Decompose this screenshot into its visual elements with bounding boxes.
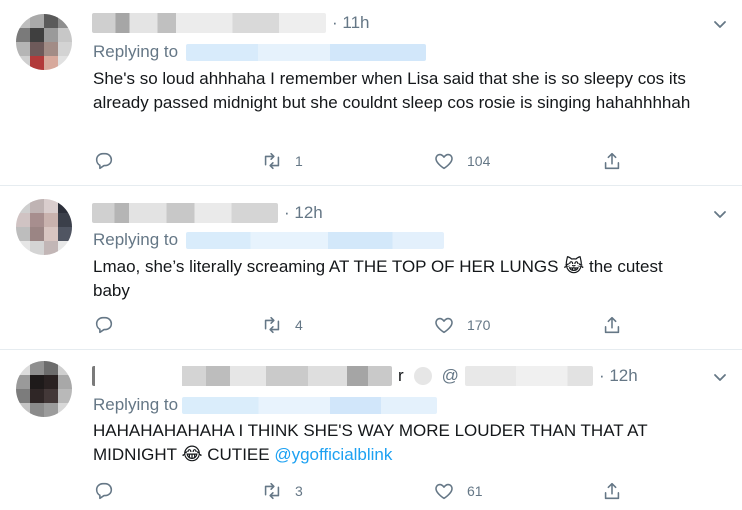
reply-handle-redacted[interactable] — [186, 231, 445, 249]
retweet-icon — [261, 480, 283, 502]
tweet-text: HAHAHAHAHAHA I THINK SHE'S WAY MORE LOUD… — [93, 419, 693, 467]
retweet-count: 4 — [295, 317, 303, 333]
avatar[interactable] — [16, 14, 72, 70]
like-button[interactable]: 170 — [433, 314, 490, 336]
retweet-count: 3 — [295, 483, 303, 499]
chevron-down-icon[interactable] — [712, 16, 728, 32]
timestamp[interactable]: · 11h — [332, 13, 370, 33]
reply-button[interactable] — [93, 314, 127, 336]
retweet-button[interactable]: 1 — [261, 150, 303, 172]
replying-label: Replying to — [93, 395, 179, 414]
mention-link[interactable]: @ygofficialblink — [274, 445, 392, 464]
heart-icon — [433, 150, 455, 172]
like-count: 170 — [467, 317, 491, 333]
display-name-fragment: r — [398, 366, 404, 385]
reply-button[interactable] — [93, 150, 127, 172]
heart-icon — [433, 480, 455, 502]
user-header: · 12h — [92, 203, 323, 223]
like-button[interactable]: 104 — [433, 150, 490, 172]
retweet-button[interactable]: 3 — [261, 480, 303, 502]
retweet-button[interactable]: 4 — [261, 314, 303, 336]
heart-icon — [433, 314, 455, 336]
replying-to: Replying to — [93, 230, 445, 250]
replying-label: Replying to — [93, 42, 179, 61]
handle-prefix: @ — [441, 366, 459, 385]
reply-handle-redacted[interactable] — [182, 396, 438, 414]
avatar[interactable] — [16, 199, 72, 255]
tweet[interactable]: · 11h Replying to She's so loud ahhhaha … — [0, 0, 742, 186]
tweet[interactable]: · 12h Replying to Lmao, she’s literally … — [0, 185, 742, 350]
avatar[interactable] — [16, 361, 72, 417]
reply-icon — [93, 150, 115, 172]
handle-redacted[interactable] — [464, 366, 593, 386]
crying-cat-emoji: 😹 — [563, 256, 585, 277]
retweet-count: 1 — [295, 153, 303, 169]
like-button[interactable]: 61 — [433, 480, 483, 502]
replying-label: Replying to — [93, 230, 179, 249]
chevron-down-icon[interactable] — [712, 369, 728, 385]
tears-of-joy-emoji: 😂 — [181, 444, 203, 465]
reply-icon — [93, 480, 115, 502]
user-header: · 11h — [92, 13, 370, 33]
username-redacted[interactable] — [92, 13, 326, 33]
tweet-text-tail: CUTIEE — [202, 445, 275, 464]
tweet[interactable]: r @ · 12h Replying to HAHAHAHAHAHA I THI… — [0, 349, 742, 510]
reply-button[interactable] — [93, 480, 127, 502]
like-count: 61 — [467, 483, 483, 499]
share-icon — [601, 480, 623, 502]
username-redacted[interactable] — [92, 366, 392, 386]
retweet-icon — [261, 314, 283, 336]
tweet-text-body: Lmao, she’s literally screaming AT THE T… — [93, 257, 559, 276]
share-icon — [601, 150, 623, 172]
tweet-text-body: She's so loud ahhhaha I remember when Li… — [93, 69, 691, 112]
tweet-text: She's so loud ahhhaha I remember when Li… — [93, 67, 693, 115]
user-header: r @ · 12h — [92, 366, 638, 386]
tweet-actions: 3 61 — [93, 480, 653, 504]
retweet-icon — [261, 150, 283, 172]
replying-to: Replying to — [93, 395, 438, 415]
username-redacted[interactable] — [92, 203, 278, 223]
share-icon — [601, 314, 623, 336]
tweet-actions: 4 170 — [93, 314, 653, 338]
like-count: 104 — [467, 153, 491, 169]
share-button[interactable] — [601, 480, 623, 502]
share-button[interactable] — [601, 314, 623, 336]
timestamp[interactable]: · 12h — [599, 366, 638, 386]
tweet-text: Lmao, she’s literally screaming AT THE T… — [93, 255, 693, 303]
tweet-actions: 1 104 — [93, 150, 653, 174]
chevron-down-icon[interactable] — [712, 206, 728, 222]
reply-icon — [93, 314, 115, 336]
share-button[interactable] — [601, 150, 623, 172]
verified-badge-placeholder — [413, 367, 432, 385]
reply-handle-redacted[interactable] — [186, 43, 427, 61]
timestamp[interactable]: · 12h — [284, 203, 323, 223]
replying-to: Replying to — [93, 42, 427, 62]
